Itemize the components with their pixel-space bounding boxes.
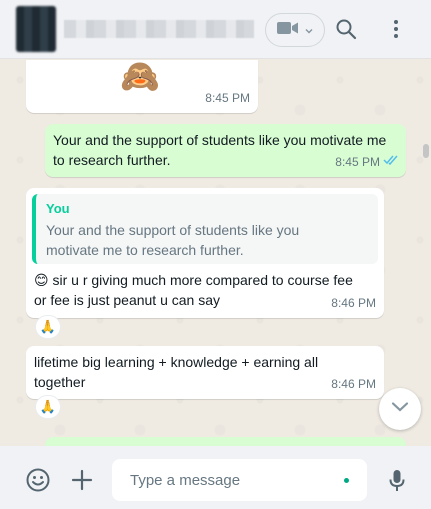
microphone-icon[interactable] bbox=[384, 467, 410, 493]
quote-sender: You bbox=[46, 201, 70, 216]
smiling-face-emoji: 😊 bbox=[34, 272, 49, 288]
message-bubble-incoming[interactable]: lifetime big learning + knowledge + earn… bbox=[26, 346, 384, 399]
chat-header bbox=[0, 0, 431, 59]
video-call-button[interactable] bbox=[265, 13, 325, 47]
message-list[interactable]: 🙈 8:45 PM Your and the support of studen… bbox=[0, 60, 431, 446]
quoted-message[interactable]: You Your and the support of students lik… bbox=[32, 194, 378, 264]
quote-text: Your and the support of students like yo… bbox=[46, 222, 300, 258]
chevron-down-icon bbox=[391, 400, 409, 418]
video-call-icon bbox=[277, 21, 299, 40]
scrollbar[interactable] bbox=[423, 144, 429, 158]
message-bubble-outgoing[interactable]: Your and the support of students like yo… bbox=[45, 124, 406, 177]
message-time: 8:46 PM bbox=[331, 296, 376, 310]
grammar-indicator-dot bbox=[344, 478, 349, 483]
avatar[interactable] bbox=[16, 6, 56, 52]
see-no-evil-monkey-emoji: 🙈 bbox=[120, 60, 160, 94]
message-time: 8:45 PM bbox=[335, 155, 380, 169]
message-bubble-outgoing[interactable] bbox=[45, 437, 406, 446]
contact-name[interactable] bbox=[64, 20, 254, 38]
compose-bar bbox=[0, 446, 431, 509]
message-input[interactable] bbox=[112, 459, 367, 501]
message-bubble-incoming[interactable]: 🙈 8:45 PM bbox=[26, 60, 258, 113]
message-time: 8:46 PM bbox=[331, 377, 376, 391]
message-text: 😊 sir u r giving much more compared to c… bbox=[34, 272, 353, 308]
reaction-badge[interactable]: 🙏 bbox=[35, 315, 61, 339]
chevron-down-icon bbox=[305, 21, 313, 39]
emoji-icon[interactable] bbox=[25, 467, 51, 493]
search-icon[interactable] bbox=[334, 17, 358, 41]
read-receipt-icon bbox=[383, 150, 399, 170]
message-text: lifetime big learning + knowledge + earn… bbox=[34, 354, 319, 390]
message-time: 8:45 PM bbox=[205, 91, 250, 105]
reaction-badge[interactable]: 🙏 bbox=[35, 395, 61, 419]
message-bubble-incoming[interactable]: You Your and the support of students lik… bbox=[26, 188, 384, 318]
menu-icon[interactable] bbox=[384, 17, 408, 41]
attach-plus-icon[interactable] bbox=[69, 467, 95, 493]
scroll-to-bottom-button[interactable] bbox=[379, 388, 421, 430]
